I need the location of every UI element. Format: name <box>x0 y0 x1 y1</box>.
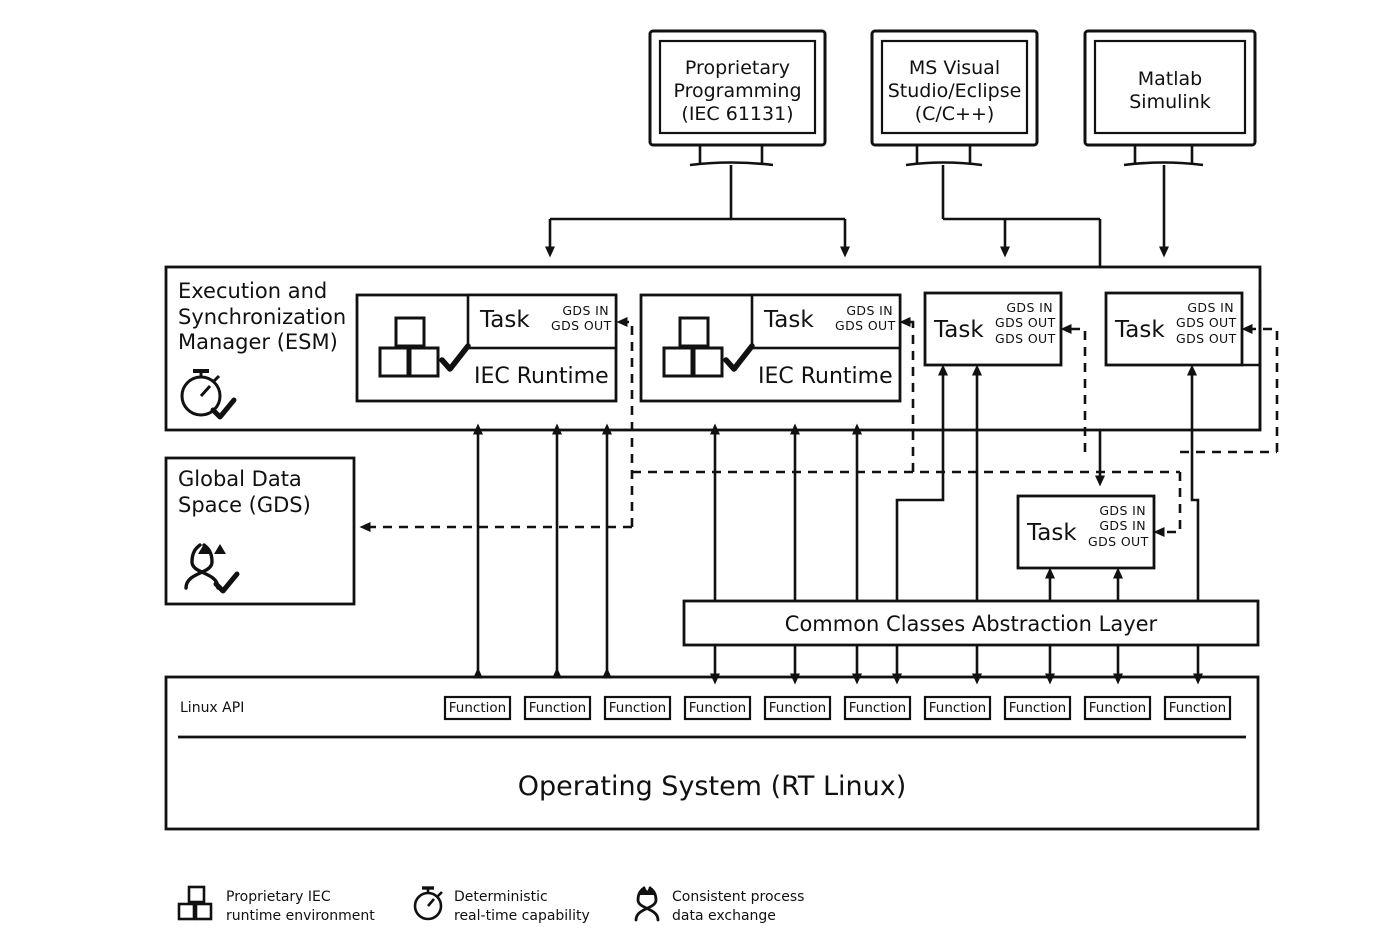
blocks-icon <box>378 316 471 378</box>
iec-runtime-label: IEC Runtime <box>758 364 893 389</box>
ccal-label: Common Classes Abstraction Layer <box>784 612 1158 636</box>
task-gds-labels: GDS IN GDS IN GDS OUT <box>1088 503 1149 549</box>
iec-runtime-label: IEC Runtime <box>474 364 609 389</box>
monitor-matlab-label: Matlab Simulink <box>1129 68 1211 114</box>
diagram-canvas: Proprietary Programming (IEC 61131) MS Vis… <box>0 0 1386 929</box>
crossed-arrows-icon <box>634 886 660 922</box>
monitor-msvs-label: MS Visual Studio/Eclipse (C/C++) <box>887 57 1022 126</box>
function-box-label: Function <box>1168 700 1227 716</box>
legend-item-label: Deterministic real-time capability <box>454 889 590 924</box>
function-box-label: Function <box>928 700 987 716</box>
linux-api-label: Linux API <box>180 700 245 716</box>
gds-title: Global Data Space (GDS) <box>178 467 311 517</box>
monitor-iec-label: Proprietary Programming (IEC 61131) <box>673 57 802 126</box>
task-label: Task <box>1027 520 1077 546</box>
task-label: Task <box>934 317 984 343</box>
blocks-icon <box>662 316 755 378</box>
function-box-label: Function <box>448 700 507 716</box>
function-box-label: Function <box>848 700 907 716</box>
stopwatch-icon <box>413 886 443 921</box>
task-label: Task <box>480 307 530 333</box>
stopwatch-icon <box>180 369 237 420</box>
function-box-label: Function <box>1008 700 1067 716</box>
function-box-label: Function <box>768 700 827 716</box>
checkmark-icon <box>723 343 755 372</box>
task-gds-labels: GDS IN GDS OUT <box>551 303 612 334</box>
task-label: Task <box>764 307 814 333</box>
function-box-label: Function <box>608 700 667 716</box>
function-box-label: Function <box>688 700 747 716</box>
blocks-icon <box>177 885 213 921</box>
crossed-arrows-icon <box>184 543 240 594</box>
task-gds-labels: GDS IN GDS OUT <box>835 303 896 334</box>
task-label: Task <box>1115 317 1165 343</box>
os-label: Operating System (RT Linux) <box>517 771 907 802</box>
legend-item-label: Proprietary IEC runtime environment <box>226 889 375 924</box>
esm-title: Execution and Synchronization Manager (ESM… <box>178 279 347 355</box>
function-box-label: Function <box>1088 700 1147 716</box>
legend-item-label: Consistent process data exchange <box>672 889 805 924</box>
task-gds-labels: GDS IN GDS OUT GDS OUT <box>995 300 1056 346</box>
function-box-label: Function <box>528 700 587 716</box>
checkmark-icon <box>439 343 471 372</box>
task-gds-labels: GDS IN GDS OUT GDS OUT <box>1176 300 1237 346</box>
